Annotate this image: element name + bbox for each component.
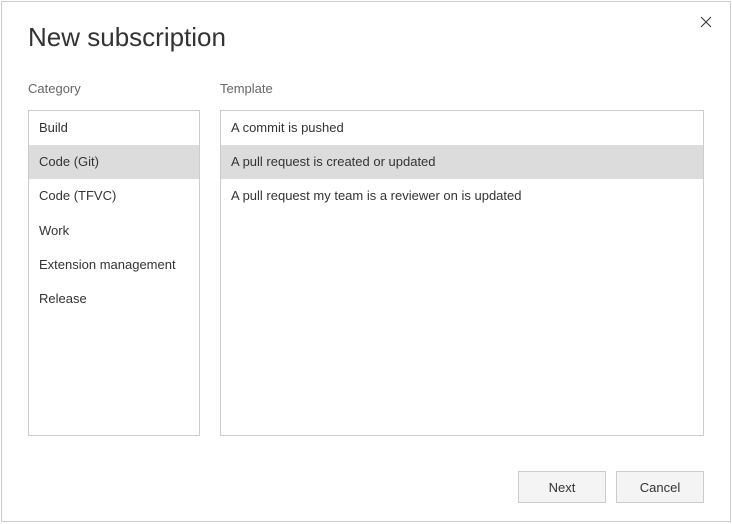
close-icon <box>700 16 712 28</box>
template-item[interactable]: A pull request is created or updated <box>221 145 703 179</box>
next-button[interactable]: Next <box>518 471 606 503</box>
content-columns: Category BuildCode (Git)Code (TFVC)WorkE… <box>28 81 704 436</box>
close-button[interactable] <box>698 14 714 30</box>
dialog-footer: Next Cancel <box>518 471 704 503</box>
category-item[interactable]: Extension management <box>29 248 199 282</box>
template-column: Template A commit is pushedA pull reques… <box>220 81 704 436</box>
category-column: Category BuildCode (Git)Code (TFVC)WorkE… <box>28 81 200 436</box>
dialog-title: New subscription <box>28 22 704 53</box>
new-subscription-dialog: New subscription Category BuildCode (Git… <box>1 1 731 522</box>
template-item[interactable]: A pull request my team is a reviewer on … <box>221 179 703 213</box>
category-item[interactable]: Release <box>29 282 199 316</box>
template-item[interactable]: A commit is pushed <box>221 111 703 145</box>
category-item[interactable]: Build <box>29 111 199 145</box>
cancel-button[interactable]: Cancel <box>616 471 704 503</box>
template-label: Template <box>220 81 704 96</box>
category-item[interactable]: Code (TFVC) <box>29 179 199 213</box>
category-item[interactable]: Code (Git) <box>29 145 199 179</box>
category-listbox[interactable]: BuildCode (Git)Code (TFVC)WorkExtension … <box>28 110 200 436</box>
template-listbox[interactable]: A commit is pushedA pull request is crea… <box>220 110 704 436</box>
category-item[interactable]: Work <box>29 214 199 248</box>
category-label: Category <box>28 81 200 96</box>
